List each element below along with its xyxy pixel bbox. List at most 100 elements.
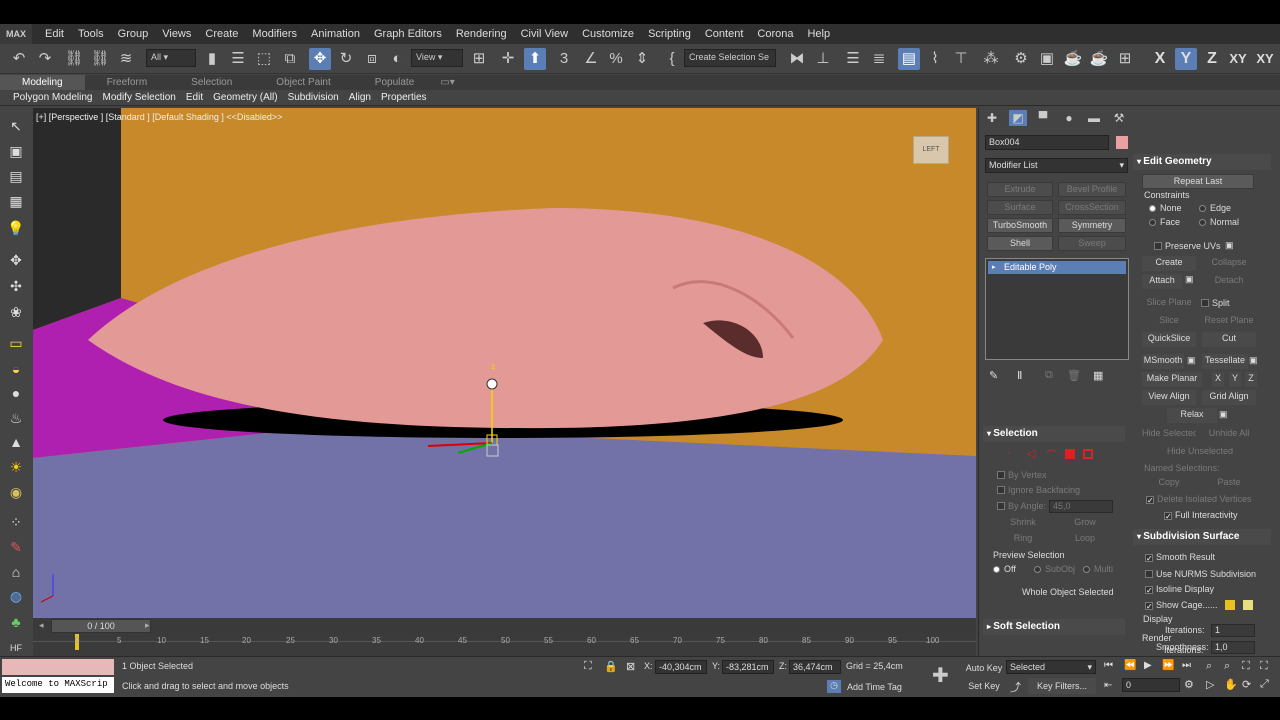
cage-color-swatch-2[interactable] bbox=[1243, 600, 1253, 610]
time-config-icon[interactable]: ⚙ bbox=[1184, 678, 1194, 691]
zoom-all-icon[interactable]: ⌕ bbox=[1224, 660, 1230, 673]
prev-key-icon[interactable]: ⏪ bbox=[1124, 660, 1136, 671]
pin-stack-icon[interactable]: ✎ bbox=[989, 369, 998, 382]
pan-icon[interactable]: ✋ bbox=[1224, 678, 1238, 691]
msmooth-settings-icon[interactable]: ▣ bbox=[1187, 355, 1196, 366]
modifier-extrude-button[interactable]: Extrude bbox=[987, 182, 1053, 197]
tessellate-settings-icon[interactable]: ▣ bbox=[1249, 355, 1258, 366]
y-coordinate-field[interactable]: -83,281cm bbox=[722, 660, 774, 674]
attach-button[interactable]: Attach bbox=[1142, 274, 1182, 289]
sun-icon[interactable]: ☀ bbox=[5, 457, 27, 477]
stack-item-editable-poly[interactable]: ▸ Editable Poly bbox=[988, 261, 1126, 274]
add-time-tag[interactable]: Add Time Tag bbox=[847, 682, 902, 692]
named-selection-dropdown[interactable]: Create Selection Se bbox=[684, 49, 776, 67]
angle-snap-icon[interactable]: ∠ bbox=[580, 48, 602, 70]
zoom-icon[interactable]: ⌕ bbox=[1206, 660, 1212, 673]
maximize-viewport-icon[interactable]: ⤢ bbox=[1260, 678, 1269, 691]
display-tab-icon[interactable]: ▬ bbox=[1085, 110, 1103, 126]
tab-freeform[interactable]: Freeform bbox=[85, 75, 170, 90]
viewcube[interactable]: LEFT bbox=[913, 136, 949, 164]
constraint-normal-radio[interactable]: Normal bbox=[1199, 217, 1239, 227]
modifier-crosssection-button[interactable]: CrossSection bbox=[1058, 200, 1126, 215]
move-tool-icon[interactable]: ✥ bbox=[5, 250, 27, 270]
camera-icon[interactable]: ⌂ bbox=[5, 562, 27, 582]
ignore-backfacing-checkbox[interactable]: Ignore Backfacing bbox=[997, 485, 1080, 495]
play-icon[interactable]: ▶ bbox=[1144, 660, 1152, 671]
maxscript-input[interactable] bbox=[2, 659, 114, 675]
panel-polygon-modeling[interactable]: Polygon Modeling bbox=[0, 90, 98, 105]
preview-off-radio[interactable]: Off bbox=[993, 564, 1016, 574]
menu-help[interactable]: Help bbox=[800, 28, 837, 40]
set-key-button[interactable]: Set Key bbox=[964, 678, 1004, 694]
isoline-display-checkbox[interactable]: ✓ Isoline Display bbox=[1145, 584, 1214, 595]
nodes-icon[interactable]: ✣ bbox=[5, 276, 27, 296]
key-tangent-icon[interactable]: ⤴ bbox=[1010, 679, 1021, 695]
relax-button[interactable]: Relax bbox=[1167, 408, 1217, 423]
soft-selection-rollout-header[interactable]: ▸ Soft Selection bbox=[983, 619, 1125, 635]
panel-edit[interactable]: Edit bbox=[181, 90, 208, 105]
utilities-tab-icon[interactable]: ⚒ bbox=[1110, 110, 1128, 126]
grow-button[interactable]: Grow bbox=[1059, 516, 1111, 531]
modifier-shell-button[interactable]: Shell bbox=[987, 236, 1053, 251]
modifier-stack[interactable]: ▸ Editable Poly bbox=[985, 258, 1129, 360]
panel-align[interactable]: Align bbox=[344, 90, 376, 105]
reset-plane-button[interactable]: Reset Plane bbox=[1202, 314, 1256, 329]
perspective-viewport[interactable]: [+] [Perspective ] [Standard ] [Default … bbox=[33, 108, 976, 618]
collapse-button[interactable]: Collapse bbox=[1202, 256, 1256, 271]
msmooth-button[interactable]: MSmooth bbox=[1142, 354, 1184, 369]
spinner-snap-icon[interactable]: ⇕ bbox=[631, 48, 653, 70]
select-manipulate-icon[interactable]: ✛ bbox=[497, 48, 519, 70]
menu-civil-view[interactable]: Civil View bbox=[514, 28, 575, 40]
lock-icon[interactable]: 🔒 bbox=[604, 660, 618, 673]
panel-modify-selection[interactable]: Modify Selection bbox=[98, 90, 181, 105]
schematic-view-icon[interactable]: ⊤ bbox=[950, 48, 972, 70]
render-iterative-icon[interactable]: ☕ bbox=[1088, 48, 1110, 70]
track-bar[interactable]: 0 5 10 15 20 25 30 35 40 45 50 55 60 65 … bbox=[33, 634, 976, 656]
sphere-icon[interactable]: ● bbox=[5, 383, 27, 403]
smooth-result-checkbox[interactable]: ✓ Smooth Result bbox=[1145, 552, 1215, 563]
split-checkbox[interactable]: Split bbox=[1201, 298, 1230, 308]
material-editor-icon[interactable]: ⁂ bbox=[980, 48, 1002, 70]
modifier-list-dropdown[interactable]: Modifier List ▾ bbox=[985, 158, 1128, 173]
key-mode-toggle-icon[interactable]: ⇤ bbox=[1104, 680, 1112, 691]
menu-create[interactable]: Create bbox=[198, 28, 245, 40]
zoom-extents-icon[interactable]: ⛶ bbox=[1242, 660, 1250, 673]
goto-end-icon[interactable]: ⏭ bbox=[1182, 660, 1191, 671]
preserve-uvs-checkbox[interactable]: Preserve UVs bbox=[1154, 241, 1221, 251]
plant-icon[interactable]: ♣ bbox=[5, 612, 27, 632]
modifier-sweep-button[interactable]: Sweep bbox=[1058, 236, 1126, 251]
show-cage-checkbox[interactable]: ✓ Show Cage...... bbox=[1145, 600, 1218, 611]
link-icon[interactable]: ⛓ bbox=[63, 48, 85, 70]
modify-tab-icon[interactable]: ◩ bbox=[1009, 110, 1027, 126]
torus-icon[interactable]: ◉ bbox=[5, 482, 27, 502]
menu-corona[interactable]: Corona bbox=[750, 28, 800, 40]
cone-icon[interactable]: ▲ bbox=[5, 432, 27, 452]
particles-icon[interactable]: ⁘ bbox=[5, 512, 27, 532]
key-mode-dropdown[interactable]: Selected ▾ bbox=[1006, 660, 1096, 674]
keyboard-shortcut-toggle-icon[interactable]: ⬆ bbox=[524, 48, 546, 70]
configure-sets-icon[interactable]: ▦ bbox=[1093, 369, 1103, 382]
rect-selection-icon[interactable]: ⬚ bbox=[253, 48, 275, 70]
constraint-face-radio[interactable]: Face bbox=[1149, 217, 1180, 227]
bind-space-warp-icon[interactable]: ≋ bbox=[115, 48, 137, 70]
auto-key-button[interactable]: Auto Key bbox=[964, 660, 1004, 676]
absolute-mode-icon[interactable]: ⊠ bbox=[626, 660, 635, 673]
key-filters-button[interactable]: Key Filters... bbox=[1028, 678, 1096, 694]
render-cloud-icon[interactable]: ⊞ bbox=[1114, 48, 1136, 70]
time-slider-thumb[interactable]: 0 / 100 bbox=[51, 619, 151, 633]
modifier-surface-button[interactable]: Surface bbox=[987, 200, 1053, 215]
paste-button[interactable]: Paste bbox=[1202, 476, 1256, 491]
constraint-none-radio[interactable]: None bbox=[1149, 203, 1182, 213]
iterations-spinner[interactable]: 1 bbox=[1211, 624, 1255, 637]
goto-start-icon[interactable]: ⏮ bbox=[1104, 660, 1113, 671]
repeat-last-button[interactable]: Repeat Last bbox=[1142, 174, 1254, 189]
next-key-icon[interactable]: ⏩ bbox=[1162, 660, 1174, 671]
menu-views[interactable]: Views bbox=[155, 28, 198, 40]
use-nurms-checkbox[interactable]: Use NURMS Subdivision bbox=[1145, 569, 1256, 579]
hierarchy-tab-icon[interactable]: ▀ bbox=[1034, 110, 1052, 126]
ring-button[interactable]: Ring bbox=[997, 532, 1049, 547]
restrict-x-button[interactable]: X bbox=[1149, 48, 1171, 70]
modifier-symmetry-button[interactable]: Symmetry bbox=[1058, 218, 1126, 233]
restrict-xy-button[interactable]: XY bbox=[1226, 48, 1250, 70]
create-button[interactable]: Create bbox=[1142, 256, 1196, 271]
